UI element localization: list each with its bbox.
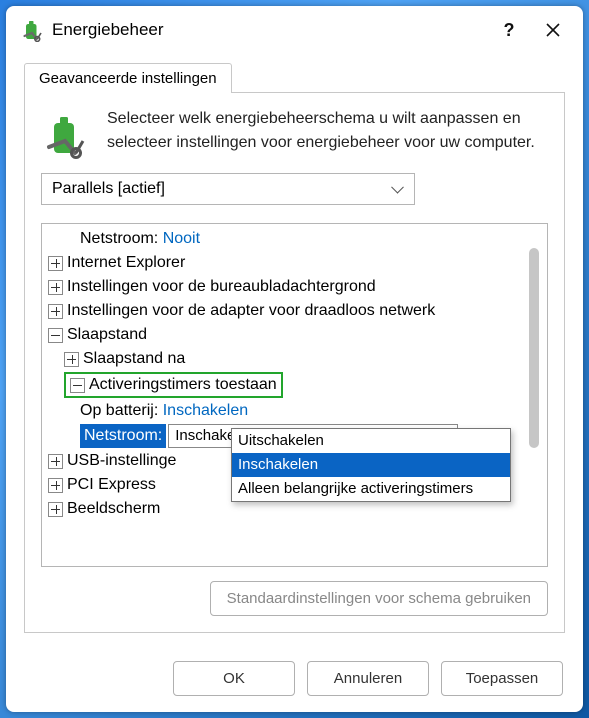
tree-label-selected: Netstroom: <box>80 424 166 448</box>
expand-icon[interactable] <box>48 256 63 271</box>
tab-row: Geavanceerde instellingen <box>24 58 565 92</box>
tree-item-wake-timers[interactable]: Activeringstimers toestaan <box>42 371 547 399</box>
close-icon <box>546 23 560 37</box>
tree-value[interactable]: Nooit <box>163 228 200 250</box>
apply-button[interactable]: Toepassen <box>441 661 563 696</box>
tree-item-ie[interactable]: Internet Explorer <box>42 251 547 275</box>
tree-item-wifi-adapter[interactable]: Instellingen voor de adapter voor draadl… <box>42 299 547 323</box>
dropdown-option-important-only[interactable]: Alleen belangrijke activeringstimers <box>232 477 510 501</box>
dropdown-option-enable[interactable]: Inschakelen <box>232 453 510 477</box>
expand-icon[interactable] <box>48 502 63 517</box>
power-options-dialog: Energiebeheer ? Geavanceerde instellinge… <box>6 6 583 712</box>
tree-label: Netstroom: <box>80 228 158 250</box>
tree-item-netstroom-never[interactable]: Netstroom: Nooit <box>42 227 547 251</box>
tree-item-desktop-bg[interactable]: Instellingen voor de bureaubladachtergro… <box>42 275 547 299</box>
ok-button[interactable]: OK <box>173 661 295 696</box>
tab-page: Selecteer welk energiebeheerschema u wil… <box>24 92 565 633</box>
highlighted-item: Activeringstimers toestaan <box>64 372 283 398</box>
expand-icon[interactable] <box>48 454 63 469</box>
dialog-button-row: OK Annuleren Toepassen <box>6 647 583 712</box>
tree-value[interactable]: Inschakelen <box>163 400 248 422</box>
collapse-icon[interactable] <box>48 328 63 343</box>
battery-icon <box>20 18 44 42</box>
tab-advanced-settings[interactable]: Geavanceerde instellingen <box>24 63 232 93</box>
dropdown-option-disable[interactable]: Uitschakelen <box>232 429 510 453</box>
power-plan-icon <box>41 111 89 159</box>
plan-selector[interactable]: Parallels [actief] <box>41 173 415 205</box>
help-button[interactable]: ? <box>487 10 531 50</box>
settings-tree[interactable]: Netstroom: Nooit Internet Explorer Inste… <box>41 223 548 567</box>
wake-timer-dropdown[interactable]: Uitschakelen Inschakelen Alleen belangri… <box>231 428 511 502</box>
expand-icon[interactable] <box>48 478 63 493</box>
plan-selector-value: Parallels [actief] <box>52 180 165 197</box>
collapse-icon[interactable] <box>70 378 85 393</box>
window-title: Energiebeheer <box>52 20 487 40</box>
intro-row: Selecteer welk energiebeheerschema u wil… <box>41 107 548 173</box>
tree-label: Slaapstand na <box>83 348 185 370</box>
tree-label: Internet Explorer <box>67 252 185 274</box>
expand-icon[interactable] <box>48 304 63 319</box>
intro-text: Selecteer welk energiebeheerschema u wil… <box>107 107 548 155</box>
tree-label: Instellingen voor de adapter voor draadl… <box>67 300 435 322</box>
tree-label: Activeringstimers toestaan <box>89 374 277 396</box>
tree-label: Instellingen voor de bureaubladachtergro… <box>67 276 376 298</box>
titlebar: Energiebeheer ? <box>6 6 583 54</box>
tree-label: USB-instellinge <box>67 450 176 472</box>
expand-icon[interactable] <box>64 352 79 367</box>
tree-item-sleep[interactable]: Slaapstand <box>42 323 547 347</box>
tree-label: Op batterij: <box>80 400 158 422</box>
expand-icon[interactable] <box>48 280 63 295</box>
tree-label: PCI Express <box>67 474 156 496</box>
scrollbar-thumb[interactable] <box>529 248 539 448</box>
cancel-button[interactable]: Annuleren <box>307 661 429 696</box>
tree-item-sleep-after[interactable]: Slaapstand na <box>42 347 547 371</box>
client-area: Geavanceerde instellingen Selecteer welk… <box>6 54 583 647</box>
tree-item-on-battery[interactable]: Op batterij: Inschakelen <box>42 399 547 423</box>
tree-label: Slaapstand <box>67 324 147 346</box>
defaults-row: Standaardinstellingen voor schema gebrui… <box>41 567 548 616</box>
restore-defaults-button[interactable]: Standaardinstellingen voor schema gebrui… <box>210 581 548 616</box>
tree-label: Beeldscherm <box>67 498 160 520</box>
close-button[interactable] <box>531 10 575 50</box>
